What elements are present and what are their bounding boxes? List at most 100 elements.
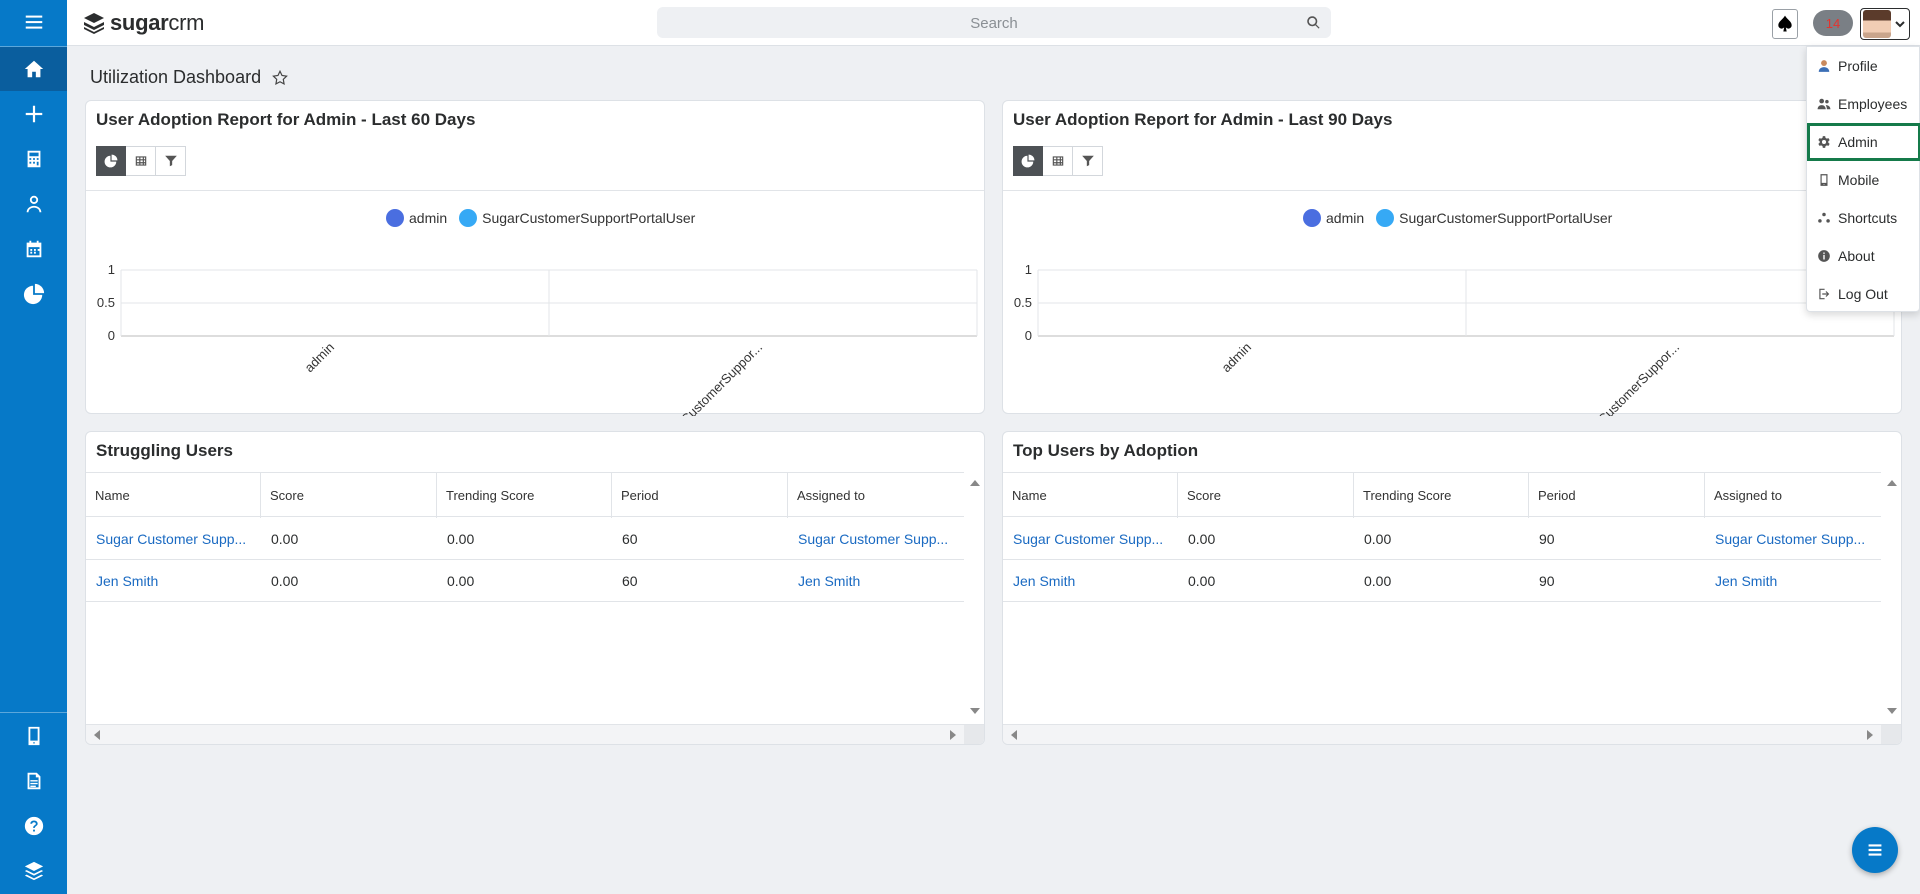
menu-item-employees[interactable]: Employees [1807,85,1920,123]
assigned-user-link[interactable]: Jen Smith [1705,560,1881,602]
horizontal-scrollbar[interactable] [86,724,984,744]
menu-toggle-button[interactable] [0,0,67,44]
user-name-link[interactable]: Sugar Customer Supp... [86,518,261,560]
legend-item-admin[interactable]: admin [1303,209,1364,227]
table-icon [135,156,146,166]
sidebar [0,0,67,894]
menu-item-shortcuts[interactable]: Shortcuts [1807,199,1920,237]
sidebar-item-calendar[interactable] [0,227,67,271]
sidebar-item-home[interactable] [0,47,67,91]
dashlet-title: User Adoption Report for Admin - Last 90… [1013,110,1393,129]
page-title: Utilization Dashboard [90,67,289,88]
trending-score-cell: 0.00 [1364,531,1392,547]
sugarcrm-logo[interactable]: sugarcrm [82,10,204,36]
trending-score-cell: 0.00 [447,573,475,589]
search-icon[interactable] [1306,15,1321,30]
table-view-button[interactable] [126,146,156,176]
filter-button[interactable] [1073,146,1103,176]
scroll-down-arrow[interactable] [1887,708,1897,714]
column-header-trending-score[interactable]: Trending Score [437,473,612,518]
menu-item-mobile[interactable]: Mobile [1807,161,1920,199]
period-cell: 60 [622,531,638,547]
table-row: Jen Smith 0.00 0.00 60 Jen Smith [86,560,964,602]
floating-menu-button[interactable] [1852,827,1898,873]
menu-icon [1868,844,1882,856]
assigned-user-link[interactable]: Sugar Customer Supp... [1705,518,1881,560]
top-bar: sugarcrm Search 14 [67,0,1920,46]
user-name-link[interactable]: Jen Smith [86,560,261,602]
scroll-right-arrow[interactable] [950,730,956,740]
legend-swatch [1376,209,1395,227]
chart-view-button[interactable] [96,146,126,176]
scroll-right-arrow[interactable] [1867,730,1873,740]
dashlet-adoption-90: User Adoption Report for Admin - Last 90… [1002,100,1902,416]
assigned-user-link[interactable]: Jen Smith [788,560,964,602]
sidebar-item-reports[interactable] [0,272,67,316]
menu-icon [25,15,42,29]
column-header-period[interactable]: Period [1529,473,1705,518]
search-placeholder: Search [970,15,1018,32]
dashlet-title: User Adoption Report for Admin - Last 60… [96,110,476,129]
legend-item-admin[interactable]: admin [386,209,447,227]
notifications-badge[interactable]: 14 [1813,10,1853,36]
pie-chart-icon [1021,154,1035,168]
sidebar-item-mobile[interactable] [0,714,67,758]
table-icon [1052,156,1063,166]
document-icon [27,772,40,790]
filter-button[interactable] [156,146,186,176]
score-cell: 0.00 [271,573,299,589]
scroll-up-arrow[interactable] [1887,480,1897,486]
scroll-left-arrow[interactable] [94,730,100,740]
sidebar-divider [0,712,67,713]
pie-chart-icon [104,154,118,168]
x-tick-label: admin [301,340,337,376]
table-view-button[interactable] [1043,146,1073,176]
chart-legend: admin SugarCustomerSupportPortalUser [1303,209,1624,227]
menu-item-about[interactable]: About [1807,237,1920,275]
menu-item-profile[interactable]: Profile [1807,47,1920,85]
sidebar-item-calculator[interactable] [0,137,67,181]
column-header-trending-score[interactable]: Trending Score [1354,473,1529,518]
chart-view-button[interactable] [1013,146,1043,176]
legend-item-portal-user[interactable]: SugarCustomerSupportPortalUser [459,209,695,227]
scroll-down-arrow[interactable] [970,708,980,714]
plus-icon [25,105,42,123]
legend-label: SugarCustomerSupportPortalUser [482,210,696,226]
brand-name: sugarcrm [110,10,205,35]
scroll-left-arrow[interactable] [1011,730,1017,740]
user-profile-icon [1818,60,1830,72]
legend-item-portal-user[interactable]: SugarCustomerSupportPortalUser [1376,209,1612,227]
horizontal-scrollbar[interactable] [1003,724,1901,744]
vertical-scrollbar[interactable] [966,472,984,722]
score-cell: 0.00 [1188,531,1216,547]
legend-swatch [386,209,404,227]
logout-icon [1819,288,1830,300]
sugar-help-button[interactable] [1772,9,1798,39]
column-header-period[interactable]: Period [612,473,788,518]
column-header-name[interactable]: Name [1003,473,1178,518]
sidebar-item-help[interactable] [0,804,67,848]
avatar [1863,10,1891,38]
menu-item-logout[interactable]: Log Out [1807,275,1920,313]
vertical-scrollbar[interactable] [1883,472,1901,722]
sidebar-item-quick-create[interactable] [0,92,67,136]
column-header-assigned-to[interactable]: Assigned to [788,473,964,518]
sidebar-item-layers[interactable] [0,849,67,893]
sidebar-item-documents[interactable] [0,759,67,803]
scroll-up-arrow[interactable] [970,480,980,486]
user-name-link[interactable]: Sugar Customer Supp... [1003,518,1178,560]
user-menu-button[interactable] [1860,8,1910,40]
assigned-user-link[interactable]: Sugar Customer Supp... [788,518,964,560]
column-header-score[interactable]: Score [1178,473,1354,518]
chart-legend: admin SugarCustomerSupportPortalUser [386,209,707,227]
menu-item-admin[interactable]: Admin [1807,123,1920,161]
column-header-score[interactable]: Score [261,473,437,518]
help-icon [24,816,43,836]
bar-chart-60: 0 0.5 1 admin SugarCustomerSuppor... [97,262,978,416]
column-header-assigned-to[interactable]: Assigned to [1705,473,1881,518]
sidebar-item-contacts[interactable] [0,182,67,226]
user-name-link[interactable]: Jen Smith [1003,560,1178,602]
column-header-name[interactable]: Name [86,473,261,518]
star-icon[interactable] [271,69,289,87]
global-search-input[interactable]: Search [657,7,1331,38]
